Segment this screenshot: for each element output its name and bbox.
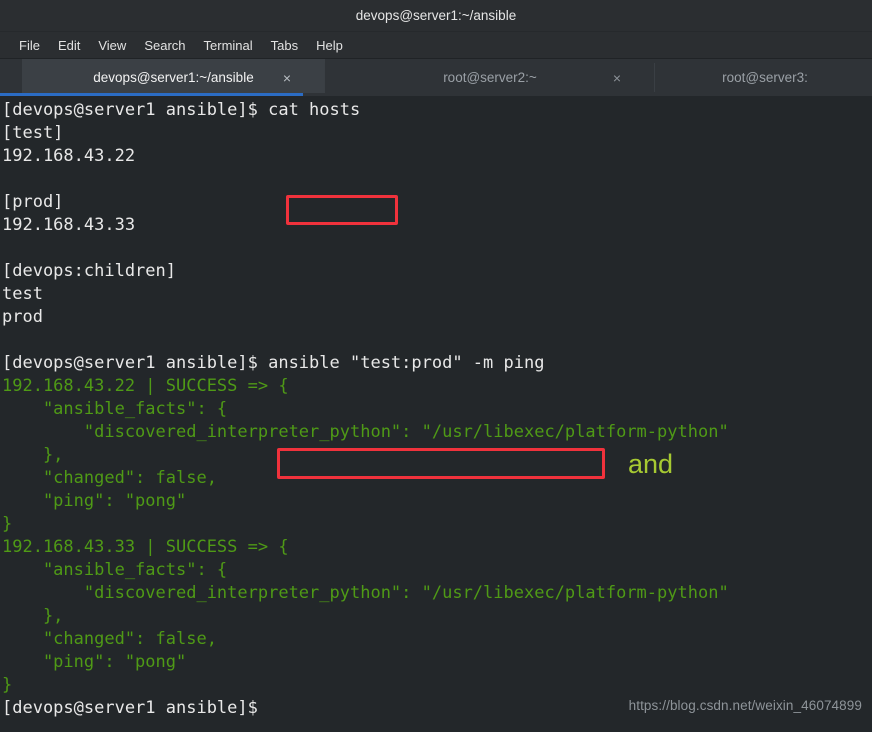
terminal-output-area[interactable]: [devops@server1 ansible]$ cat hosts [tes…	[0, 96, 872, 725]
terminal-line: 192.168.43.33 | SUCCESS => {	[2, 537, 289, 557]
terminal-line: "ping": "pong"	[2, 491, 187, 511]
menu-bar: File Edit View Search Terminal Tabs Help	[0, 32, 872, 59]
tab-label: root@server3:	[722, 70, 808, 85]
terminal-line: "discovered_interpreter_python": "/usr/l…	[2, 583, 729, 603]
menu-item-tabs[interactable]: Tabs	[262, 36, 307, 55]
menu-item-edit[interactable]: Edit	[49, 36, 89, 55]
terminal-line: "discovered_interpreter_python": "/usr/l…	[2, 422, 729, 442]
annotation-and-label: and	[628, 449, 674, 479]
tab-root-server2[interactable]: root@server2:~ ×	[325, 59, 655, 96]
menu-item-search[interactable]: Search	[135, 36, 194, 55]
tab-label: root@server2:~	[443, 70, 537, 85]
tab-devops-server1[interactable]: devops@server1:~/ansible ×	[22, 59, 325, 96]
menu-item-view[interactable]: View	[89, 36, 135, 55]
menu-item-file[interactable]: File	[10, 36, 49, 55]
terminal-line: test	[2, 284, 43, 304]
terminal-window: devops@server1:~/ansible File Edit View …	[0, 0, 872, 732]
terminal-line: prod	[2, 307, 43, 327]
menu-item-terminal[interactable]: Terminal	[195, 36, 262, 55]
terminal-line: },	[2, 445, 64, 465]
tab-root-server3[interactable]: root@server3:	[655, 59, 872, 96]
terminal-line: }	[2, 675, 13, 695]
terminal-line: "ansible_facts": {	[2, 560, 228, 580]
terminal-line: },	[2, 606, 64, 626]
terminal-line: "ansible_facts": {	[2, 399, 228, 419]
terminal-line: "changed": false,	[2, 468, 217, 488]
terminal-line: [prod]	[2, 192, 64, 212]
terminal-line: 192.168.43.22 | SUCCESS => {	[2, 376, 289, 396]
watermark: https://blog.csdn.net/weixin_46074899	[628, 698, 862, 713]
terminal-line: 192.168.43.33	[2, 215, 136, 235]
terminal-line: "changed": false,	[2, 629, 217, 649]
terminal-line: [devops@server1 ansible]$ cat hosts	[2, 100, 361, 120]
terminal-line: "ping": "pong"	[2, 652, 187, 672]
terminal-line: [devops@server1 ansible]$ ansible "test:…	[2, 353, 545, 373]
tab-label: devops@server1:~/ansible	[93, 70, 254, 85]
window-title: devops@server1:~/ansible	[355, 8, 517, 23]
terminal-line: [devops:children]	[2, 261, 176, 281]
tab-bar-leading-space	[0, 59, 22, 96]
menu-item-help[interactable]: Help	[307, 36, 352, 55]
terminal-line: }	[2, 514, 13, 534]
title-bar: devops@server1:~/ansible	[0, 0, 872, 32]
terminal-line: [test]	[2, 123, 64, 143]
close-icon[interactable]: ×	[283, 71, 291, 85]
close-icon[interactable]: ×	[613, 71, 621, 85]
tab-bar: devops@server1:~/ansible × root@server2:…	[0, 59, 872, 96]
terminal-line: 192.168.43.22	[2, 146, 136, 166]
